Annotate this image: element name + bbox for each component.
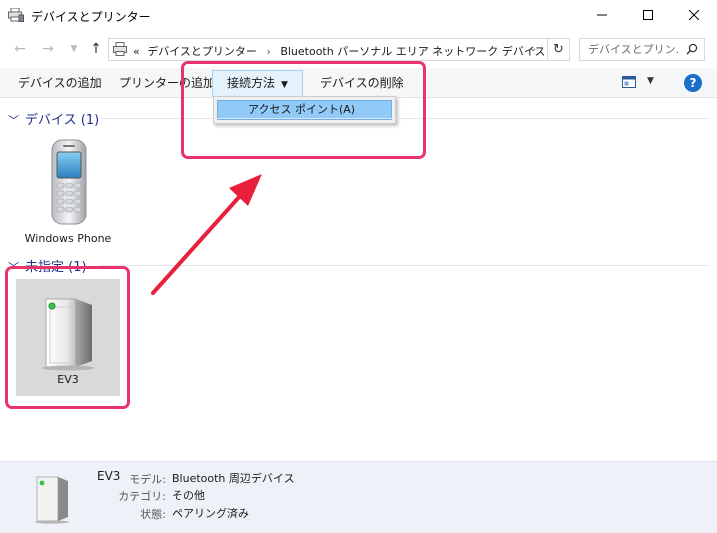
refresh-icon: ↻ — [553, 42, 564, 57]
chevron-down-icon: ▼ — [70, 44, 78, 54]
close-icon — [689, 10, 699, 20]
minimize-icon — [597, 14, 607, 16]
view-options-caret-icon[interactable]: ▼ — [647, 76, 654, 86]
search-icon[interactable] — [686, 43, 698, 55]
add-device-button[interactable]: デバイスの追加 — [11, 68, 109, 98]
device-label: Windows Phone — [24, 232, 112, 245]
forward-arrow-icon: → — [42, 41, 54, 57]
back-arrow-icon: ← — [14, 41, 26, 57]
window-title: デバイスとプリンター — [31, 10, 151, 24]
breadcrumb-separator-icon[interactable]: › — [266, 45, 270, 58]
annotation-highlight-commandbar — [181, 61, 426, 159]
address-bar[interactable]: « デバイスとプリンター › Bluetooth パーソナル エリア ネットワー… — [108, 38, 548, 61]
printer-devices-icon — [113, 42, 127, 56]
device-windows-phone[interactable]: Windows Phone — [20, 138, 116, 245]
up-arrow-icon: ↑ — [90, 41, 102, 57]
ev3-device-icon — [35, 476, 69, 524]
up-button[interactable]: ↑ — [88, 41, 104, 57]
details-category-value: その他 — [172, 489, 205, 502]
chevron-down-icon: ﹀ — [8, 114, 19, 127]
printer-devices-icon — [8, 8, 24, 22]
details-model-label: モデル: — [129, 473, 166, 486]
search-input[interactable] — [580, 39, 680, 60]
forward-button[interactable]: → — [40, 41, 56, 57]
breadcrumb-bluetooth-pan[interactable]: Bluetooth パーソナル エリア ネットワーク デバイス — [280, 45, 545, 58]
details-model-value: Bluetooth 周辺デバイス — [172, 472, 295, 485]
search-box — [579, 38, 705, 61]
group-label-devices: デバイス (1) — [25, 113, 100, 128]
breadcrumb-overflow[interactable]: « — [133, 45, 140, 58]
minimize-button[interactable] — [579, 0, 625, 30]
refresh-button[interactable]: ↻ — [548, 38, 570, 61]
address-dropdown-icon[interactable]: ⌄ — [529, 43, 537, 54]
group-divider — [100, 265, 709, 266]
details-category-label: カテゴリ: — [118, 490, 166, 503]
group-header-devices[interactable]: ﹀ デバイス (1) — [8, 109, 99, 128]
view-options-icon[interactable] — [622, 76, 636, 88]
recent-locations-button[interactable]: ▼ — [66, 41, 82, 57]
help-icon[interactable]: ? — [684, 74, 702, 92]
details-pane: EV3 モデル: Bluetooth 周辺デバイス カテゴリ: その他 状態: … — [0, 461, 717, 533]
title-bar: デバイスとプリンター — [0, 0, 717, 32]
annotation-highlight-ev3 — [5, 266, 130, 409]
breadcrumb: « デバイスとプリンター › Bluetooth パーソナル エリア ネットワー… — [133, 43, 549, 59]
breadcrumb-devices-printers[interactable]: デバイスとプリンター — [147, 45, 257, 58]
maximize-button[interactable] — [625, 0, 671, 30]
phone-device-icon — [51, 139, 87, 225]
back-button[interactable]: ← — [12, 41, 28, 57]
details-state-value: ペアリング済み — [172, 507, 249, 520]
maximize-icon — [643, 10, 653, 20]
details-state-label: 状態: — [140, 508, 166, 521]
close-button[interactable] — [671, 0, 717, 30]
